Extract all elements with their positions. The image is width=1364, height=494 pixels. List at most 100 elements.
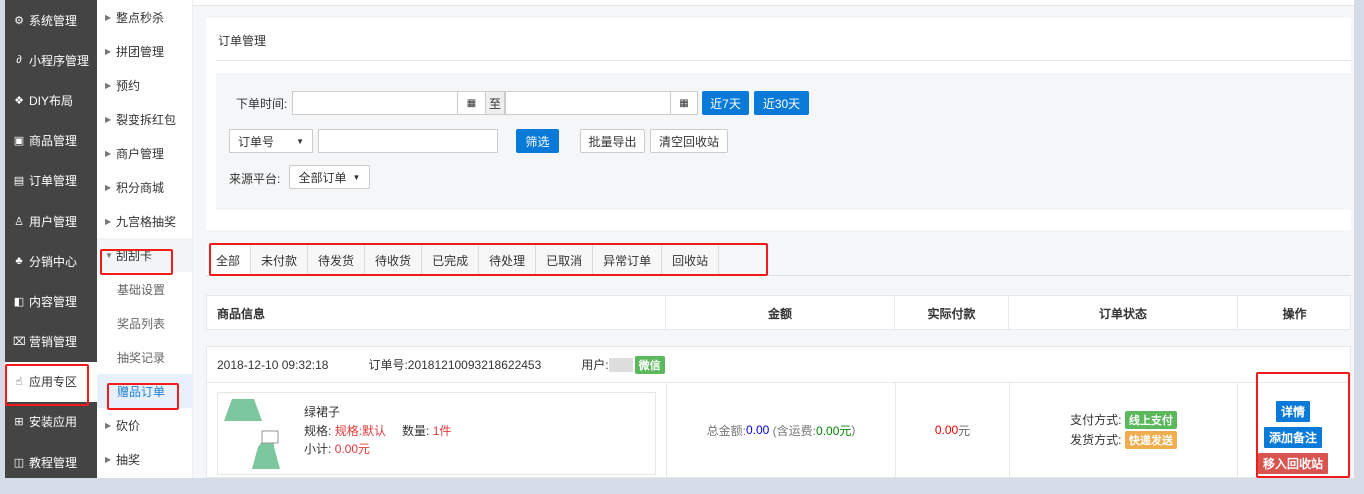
subnav-item-0[interactable]: ▶ 整点秒杀 <box>97 0 192 34</box>
source-value: 全部订单 <box>298 170 347 185</box>
subnav-item-2[interactable]: ▶ 预约 <box>97 68 192 102</box>
caret-right-icon: ▶ <box>105 216 112 226</box>
header-amount: 金额 <box>666 296 895 330</box>
sidebar-item-2[interactable]: ❖ DIY布局 <box>5 80 97 120</box>
ticket-icon: ⌧ <box>13 336 26 349</box>
subnav-item-6[interactable]: ▶ 九宫格抽奖 <box>97 204 192 238</box>
to-label: 至 <box>485 91 505 115</box>
bag-icon: ▣ <box>13 135 25 148</box>
pay-method-badge: 线上支付 <box>1124 411 1177 429</box>
tab-4[interactable]: 已完成 <box>422 245 480 275</box>
order-time: 2018-12-10 09:32:18 <box>217 357 329 372</box>
subnav-item-1[interactable]: ▶ 拼团管理 <box>97 34 192 68</box>
search-type-select[interactable]: 订单号 ▼ <box>229 129 313 153</box>
order-meta: 2018-12-10 09:32:18 订单号: 201812100932186… <box>207 347 1350 383</box>
subnav-item-9[interactable]: 奖品列表 <box>97 306 192 340</box>
tab-5[interactable]: 待处理 <box>479 245 537 275</box>
sidebar-item-3[interactable]: ▣ 商品管理 <box>5 121 97 161</box>
subnav-item-7[interactable]: ▼ 刮刮卡 <box>97 238 192 272</box>
sidebar-item-4[interactable]: ▤ 订单管理 <box>5 161 97 201</box>
search-input[interactable] <box>318 129 498 153</box>
status-tabs: 全部 未付款 待发货 待收货 已完成 待处理 已取消 异常订单 回收站 <box>206 245 1351 276</box>
calendar-icon[interactable]: ▦ <box>457 91 486 115</box>
subnav-item-label: 赠品订单 <box>117 384 166 399</box>
sidebar-item-9[interactable]: ☝ 应用专区 <box>5 361 97 402</box>
calendar-icon[interactable]: ▦ <box>670 91 698 115</box>
order-row: 2018-12-10 09:32:18 订单号: 201812100932186… <box>206 346 1351 478</box>
clear-recycle-button[interactable]: 清空回收站 <box>650 129 728 153</box>
caret-right-icon: ▶ <box>105 454 112 464</box>
sidebar-item-5[interactable]: ♙ 用户管理 <box>5 201 97 241</box>
batch-export-button[interactable]: 批量导出 <box>580 129 645 153</box>
book-icon: ◫ <box>13 456 25 469</box>
subnav-item-8[interactable]: 基础设置 <box>97 272 192 306</box>
start-date-input[interactable] <box>292 91 458 115</box>
subnav-item-5[interactable]: ▶ 积分商城 <box>97 170 192 204</box>
user-label: 用户: <box>581 358 609 372</box>
sidebar-item-1[interactable]: ∂ 小程序管理 <box>5 40 97 80</box>
order-time-label: 下单时间: <box>236 97 288 111</box>
header-status: 订单状态 <box>1009 296 1238 330</box>
sidebar-item-label: 订单管理 <box>29 174 78 189</box>
tab-8[interactable]: 回收站 <box>662 245 720 275</box>
sidebar-item-8[interactable]: ⌧ 营销管理 <box>5 322 97 362</box>
add-note-button[interactable]: 添加备注 <box>1264 427 1323 448</box>
diy-icon: ❖ <box>14 94 24 107</box>
header-product: 商品信息 <box>207 296 666 330</box>
end-date-input[interactable] <box>505 91 671 115</box>
main-content: 订单管理 下单时间: ▦ 至 ▦ 近7天 近30天 订单号 ▼ 筛选 批量导出 清… <box>193 0 1354 478</box>
hand-icon: ☝ <box>15 376 23 389</box>
last-30-days-button[interactable]: 近30天 <box>754 91 809 115</box>
filter-button[interactable]: 筛选 <box>516 129 559 153</box>
subnav-item-4[interactable]: ▶ 商户管理 <box>97 136 192 170</box>
spec-value: 规格:默认 <box>334 424 387 438</box>
sidebar-item-0[interactable]: ⚙ 系统管理 <box>5 0 97 40</box>
content-icon: ◧ <box>13 295 25 308</box>
sidebar-item-label: 商品管理 <box>29 134 78 149</box>
caret-right-icon: ▶ <box>105 420 112 430</box>
detail-button[interactable]: 详情 <box>1276 401 1311 422</box>
source-label: 来源平台: <box>229 172 281 186</box>
subnav-item-11[interactable]: 赠品订单 <box>97 374 192 408</box>
tab-2[interactable]: 待发货 <box>308 245 366 275</box>
subnav-item-label: 基础设置 <box>117 282 166 297</box>
tab-0[interactable]: 全部 <box>206 245 252 275</box>
sidebar-item-10[interactable]: ⊞ 安装应用 <box>5 402 97 442</box>
sidebar-item-label: 教程管理 <box>29 455 78 470</box>
last-7-days-button[interactable]: 近7天 <box>702 91 749 115</box>
subnav-item-10[interactable]: 抽奖记录 <box>97 340 192 374</box>
tab-3[interactable]: 待收货 <box>365 245 423 275</box>
caret-right-icon: ▶ <box>105 148 112 158</box>
tab-6[interactable]: 已取消 <box>536 245 594 275</box>
subnav-item-label: 抽奖记录 <box>117 350 166 365</box>
product-box: 绿裙子 规格: 规格:默认 数量: 1件 小计: 0.00元 <box>217 392 656 475</box>
paid-cell: 0.00 元 <box>895 383 1009 477</box>
gear-icon: ⚙ <box>14 14 24 27</box>
tab-7[interactable]: 异常订单 <box>593 245 663 275</box>
caret-right-icon: ▶ <box>105 80 112 90</box>
page-title: 订单管理 <box>218 34 267 48</box>
pay-label: 支付方式: <box>1070 413 1122 427</box>
subnav-item-label: 积分商城 <box>116 180 165 195</box>
tab-1[interactable]: 未付款 <box>251 245 309 275</box>
subnav-item-13[interactable]: ▶ 抽奖 <box>97 442 192 476</box>
ship-label: 发货方式: <box>1070 433 1122 447</box>
total-value: 0.00 <box>745 423 770 437</box>
sidebar-item-7[interactable]: ◧ 内容管理 <box>5 281 97 321</box>
platform-badge: 微信 <box>634 355 665 374</box>
sidebar-item-11[interactable]: ◫ 教程管理 <box>5 442 97 482</box>
subnav-item-label: 砍价 <box>116 418 141 433</box>
subnav-item-label: 商户管理 <box>116 146 165 161</box>
mini-program-icon: ∂ <box>16 54 22 67</box>
source-dropdown[interactable]: 全部订单 ▼ <box>289 165 370 189</box>
sidebar-item-6[interactable]: ♣ 分销中心 <box>5 241 97 281</box>
caret-right-icon: ▶ <box>105 182 112 192</box>
sub-sidebar: ▶ 整点秒杀 ▶ 拼团管理 ▶ 预约 ▶ 裂变拆红包 ▶ 商户管理 ▶ 积分商城 ▶ 九宫格抽奖 ▼ 刮刮卡基… <box>97 0 193 478</box>
move-to-recycle-button[interactable]: 移入回收站 <box>1258 453 1329 474</box>
apps-icon: ⊞ <box>14 416 24 429</box>
subnav-item-12[interactable]: ▶ 砍价 <box>97 408 192 442</box>
caret-right-icon: ▶ <box>105 12 112 22</box>
subnav-item-label: 裂变拆红包 <box>116 112 177 127</box>
user-icon: ♙ <box>14 215 24 228</box>
subnav-item-3[interactable]: ▶ 裂变拆红包 <box>97 102 192 136</box>
